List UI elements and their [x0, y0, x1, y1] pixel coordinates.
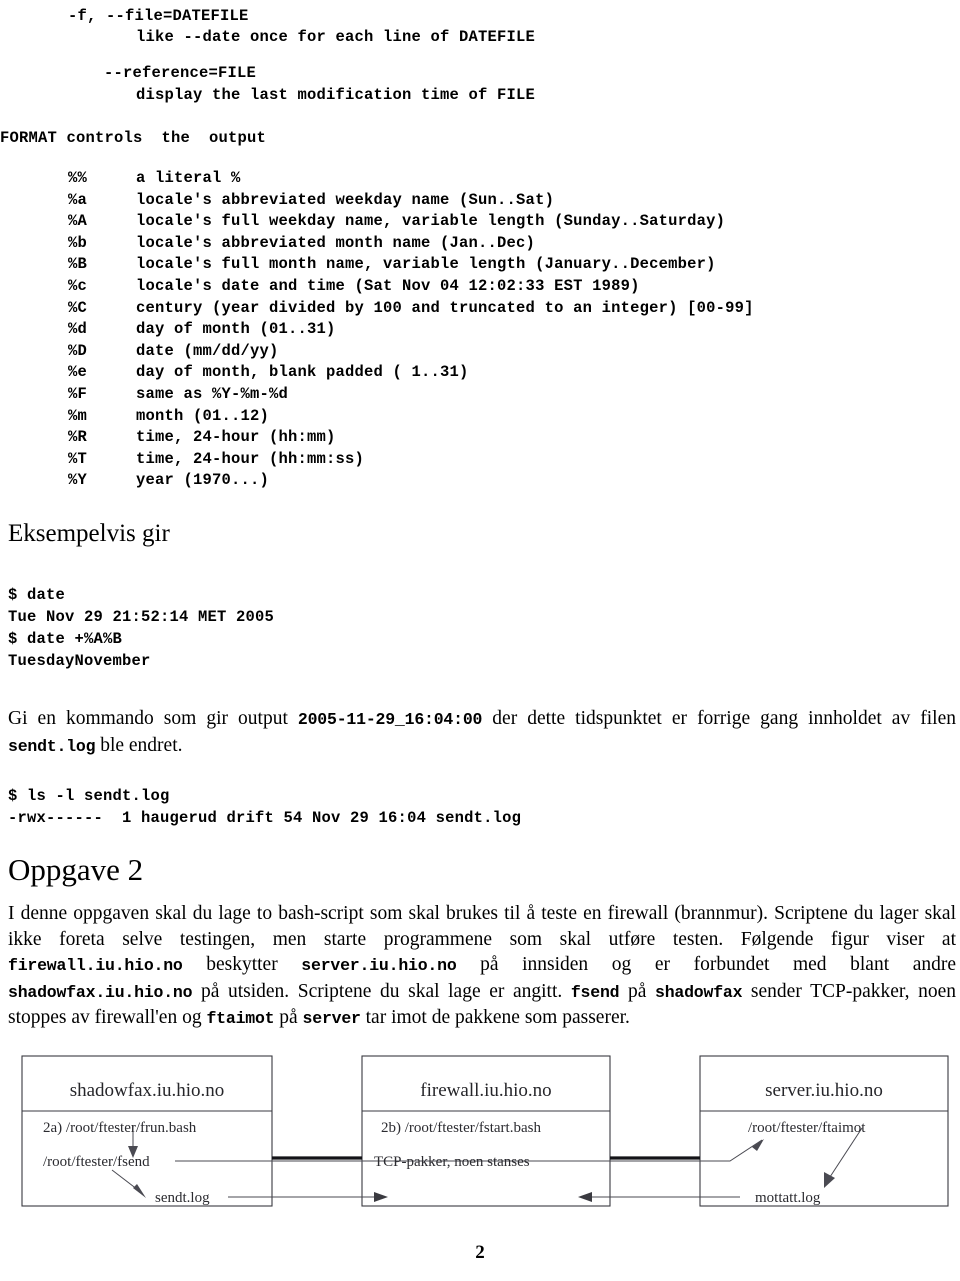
task1-text-prefix: Gi en kommando som gir output [8, 708, 298, 729]
task2-text-1: I denne oppgaven skal du lage to bash-sc… [8, 903, 956, 950]
terminal-line: TuesdayNovember [8, 652, 151, 670]
format-description: month (01..12) [136, 406, 270, 425]
task2-heading: Oppgave 2 [8, 852, 144, 887]
manpage-option-line: -f, --file=DATEFILE [68, 7, 249, 25]
host-shadowfax-short: shadowfax [655, 982, 743, 1002]
format-code: %A [68, 212, 88, 231]
host-server: server.iu.hio.no [301, 956, 457, 975]
table-row: %T time, 24-hour (hh:mm:ss) [0, 449, 960, 471]
task2-text-5: på [619, 980, 655, 1002]
terminal-line: $ date +%A%B [8, 630, 123, 648]
terminal-line: $ ls -l sendt.log [8, 787, 170, 805]
diagram-box-title: server.iu.hio.no [765, 1080, 883, 1101]
format-description: locale's full month name, variable lengt… [136, 255, 716, 274]
format-description: day of month, blank padded ( 1..31) [136, 363, 469, 382]
command-fsend: fsend [570, 982, 620, 1002]
diagram-label-frun: 2a) /root/ftester/frun.bash [43, 1120, 197, 1136]
table-row: %Y year (1970...) [0, 470, 960, 492]
table-row: %m month (01..12) [0, 406, 960, 428]
task2-text-8: tar imot de pakkene som passerer. [360, 1007, 630, 1028]
diagram-box-title: shadowfax.iu.hio.no [70, 1080, 225, 1101]
format-code: %m [68, 406, 88, 425]
format-code: %R [68, 428, 88, 447]
format-description: locale's date and time (Sat Nov 04 12:02… [136, 276, 640, 295]
format-description: locale's abbreviated month name (Jan..De… [136, 233, 536, 252]
example-heading: Eksempelvis gir [8, 520, 170, 547]
document-page: -f, --file=DATEFILE like --date once for… [0, 0, 960, 1281]
task1-filename: sendt.log [8, 736, 96, 756]
command-ftaimot: ftaimot [206, 1009, 275, 1028]
table-row: %b locale's abbreviated month name (Jan.… [0, 233, 960, 255]
table-row: %D date (mm/dd/yy) [0, 341, 960, 363]
flow-arrow-packets-in [578, 1192, 740, 1202]
manpage-option-description: display the last modification time of FI… [136, 86, 536, 104]
flow-arrow-sendt [111, 1169, 146, 1198]
format-code: %b [68, 233, 88, 252]
terminal-line: $ date [8, 586, 66, 604]
task1-paragraph: Gi en kommando som gir output 2005-11-29… [8, 706, 956, 759]
task1-text-suffix: ble endret. [95, 734, 183, 756]
diagram-label-ftaimot: /root/ftester/ftaimot [748, 1120, 866, 1136]
format-description: century (year divided by 100 and truncat… [136, 298, 754, 317]
table-row: %B locale's full month name, variable le… [0, 254, 960, 276]
task2-text-4: på utsiden. Scriptene du skal lage er an… [192, 980, 571, 1002]
format-description: date (mm/dd/yy) [136, 341, 279, 360]
task2-text-3: på innsiden og er forbundet med blant an… [456, 954, 957, 975]
table-row: %C century (year divided by 100 and trun… [0, 298, 960, 320]
format-description: locale's abbreviated weekday name (Sun..… [136, 190, 555, 209]
manpage-option-line: --reference=FILE [104, 64, 257, 82]
diagram-label-mottattlog: mottatt.log [755, 1190, 821, 1206]
table-row: %F same as %Y-%m-%d [0, 384, 960, 406]
task2-text-2: beskytter [182, 954, 302, 975]
manpage-option-description: like --date once for each line of DATEFI… [136, 28, 536, 46]
diagram-label-fsend: /root/ftester/fsend [43, 1154, 150, 1170]
table-row: %% a literal % [0, 168, 960, 190]
format-code: %F [68, 384, 88, 403]
format-description: year (1970...) [136, 471, 270, 490]
format-code: %a [68, 190, 88, 209]
format-code: %Y [68, 471, 88, 490]
format-code: %e [68, 363, 88, 382]
format-code: %c [68, 276, 88, 295]
format-code: %% [68, 169, 88, 187]
flow-arrow-packets-out [228, 1192, 388, 1202]
diagram-label-fstart: 2b) /root/ftester/fstart.bash [381, 1120, 541, 1136]
task2-text-7: på [274, 1007, 303, 1028]
table-row: %c locale's date and time (Sat Nov 04 12… [0, 276, 960, 298]
format-description: locale's full weekday name, variable len… [136, 212, 726, 231]
table-row: %d day of month (01..31) [0, 319, 960, 341]
network-diagram: ftaimot) --> [0, 1048, 960, 1230]
task2-paragraph: I denne oppgaven skal du lage to bash-sc… [8, 901, 956, 1032]
terminal-line: Tue Nov 29 21:52:14 MET 2005 [8, 608, 275, 626]
format-description: same as %Y-%m-%d [136, 384, 289, 403]
format-description: day of month (01..31) [136, 320, 336, 339]
table-row: %R time, 24-hour (hh:mm) [0, 427, 960, 449]
page-number: 2 [475, 1242, 485, 1263]
format-description: a literal % [136, 169, 241, 187]
format-code: %D [68, 341, 88, 360]
table-row: %A locale's full weekday name, variable … [0, 211, 960, 233]
diagram-box-title: firewall.iu.hio.no [420, 1080, 551, 1101]
format-specifier-table: %% a literal % %a locale's abbreviated w… [0, 168, 960, 492]
host-server-short: server [302, 1009, 361, 1028]
diagram-label-sendtlog: sendt.log [155, 1190, 210, 1206]
host-shadowfax: shadowfax.iu.hio.no [8, 982, 193, 1002]
format-code: %C [68, 298, 88, 317]
table-row: %a locale's abbreviated weekday name (Su… [0, 190, 960, 212]
table-row: %e day of month, blank padded ( 1..31) [0, 362, 960, 384]
format-code: %B [68, 255, 88, 274]
host-firewall: firewall.iu.hio.no [8, 956, 183, 975]
task1-text-middle: der dette tidspunktet er forrige gang in… [482, 708, 956, 729]
format-description: time, 24-hour (hh:mm:ss) [136, 449, 365, 468]
format-description: time, 24-hour (hh:mm) [136, 428, 336, 447]
terminal-line: -rwx------ 1 haugerud drift 54 Nov 29 16… [8, 809, 522, 827]
flow-arrow-mottatt [824, 1127, 863, 1188]
task1-output-value: 2005-11-29_16:04:00 [297, 710, 483, 729]
format-code: %d [68, 320, 88, 339]
manpage-format-intro: FORMAT controls the output [0, 129, 267, 147]
format-code: %T [68, 449, 88, 468]
diagram-label-tcp-packets: TCP-pakker, noen stanses [374, 1154, 530, 1170]
